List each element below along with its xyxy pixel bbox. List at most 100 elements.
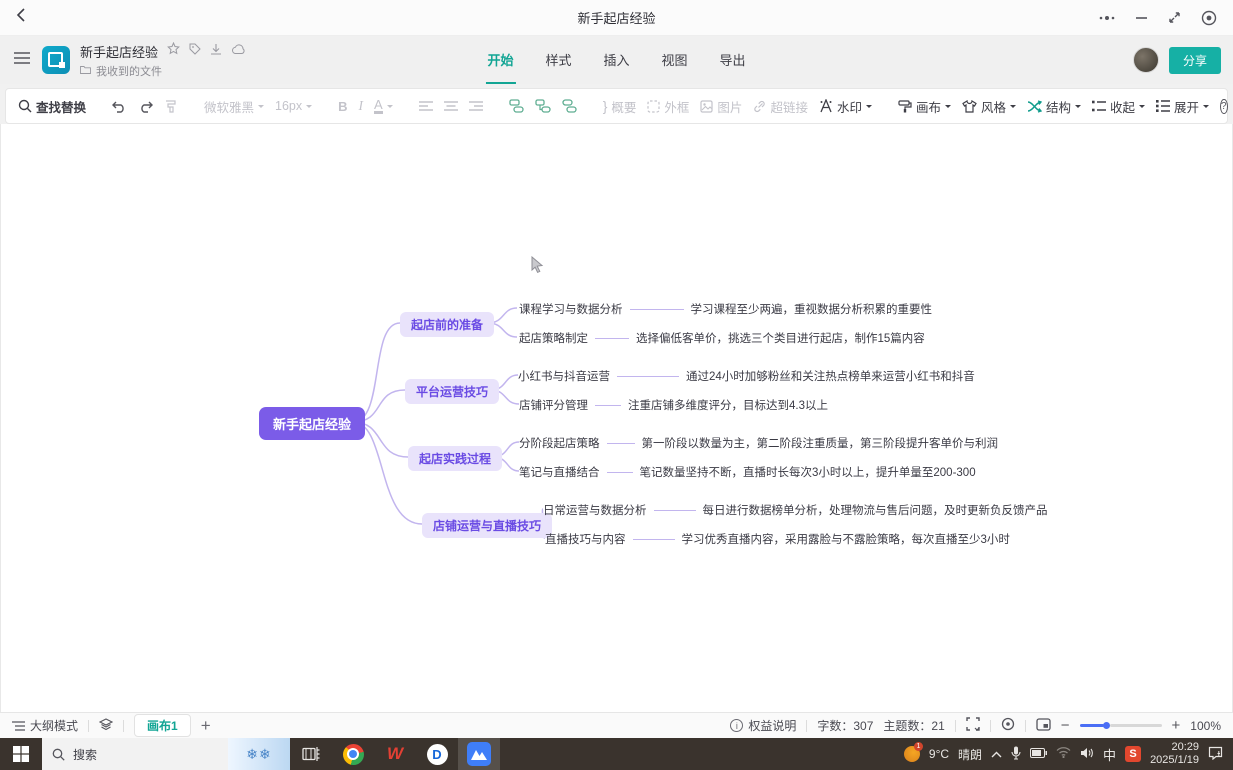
child-node-label[interactable]: 小红书与抖音运营 (518, 368, 610, 384)
rights-info-button[interactable]: i 权益说明 (730, 717, 796, 734)
star-icon[interactable] (167, 42, 180, 60)
cloud-sync-icon[interactable] (231, 42, 245, 60)
align-center-button[interactable] (444, 101, 458, 112)
outline-mode-button[interactable]: 大纲模式 (12, 717, 78, 734)
child-node-detail[interactable]: 每日进行数据榜单分析，处理物流与售后问题，及时更新负反馈产品 (703, 502, 1048, 518)
tab-style[interactable]: 样式 (543, 36, 573, 84)
watermark-button[interactable]: 水印 (819, 97, 872, 116)
branch-node-preparation[interactable]: 起店前的准备 (400, 312, 494, 337)
child-node-detail[interactable]: 通过24小时加够粉丝和关注热点榜单来运营小红书和抖音 (686, 368, 975, 384)
structure-button[interactable]: 结构 (1027, 97, 1081, 116)
hamburger-menu-icon[interactable] (14, 51, 30, 69)
sogou-ime-icon[interactable]: S (1125, 746, 1141, 762)
help-icon[interactable]: ? (1220, 99, 1228, 114)
child-node-detail[interactable]: 注重店铺多维度评分，目标达到4.3以上 (628, 397, 828, 413)
tab-start[interactable]: 开始 (485, 36, 515, 84)
expand-button[interactable]: 展开 (1156, 97, 1209, 116)
microphone-icon[interactable] (1011, 746, 1021, 763)
notification-icon[interactable] (1208, 746, 1223, 763)
locate-center-icon[interactable] (1001, 717, 1015, 734)
download-icon[interactable] (210, 42, 222, 60)
child-node-detail[interactable]: 笔记数量坚持不断，直播时长每次3小时以上，提升单量至200-300 (640, 464, 976, 480)
font-color-button[interactable]: A (374, 99, 393, 114)
breadcrumb-folder[interactable]: 我收到的文件 (96, 63, 162, 79)
undo-button[interactable] (112, 100, 127, 113)
child-node-label[interactable]: 课程学习与数据分析 (519, 301, 623, 317)
child-node-detail[interactable]: 第一阶段以数量为主，第二阶段注重质量，第三阶段提升客单价与利润 (642, 435, 999, 451)
weather-tray-icon[interactable] (904, 746, 920, 762)
add-canvas-button[interactable]: + (201, 721, 211, 731)
chevron-down-icon (306, 105, 312, 111)
taskbar-app-mindmap[interactable] (458, 738, 500, 770)
document-title[interactable]: 新手起店经验 (80, 42, 158, 61)
branch-node-platform-ops[interactable]: 平台运营技巧 (405, 379, 499, 404)
taskbar-app-chrome[interactable] (332, 738, 374, 770)
child-node-label[interactable]: 日常运营与数据分析 (543, 502, 647, 518)
child-node-label[interactable]: 起店策略制定 (519, 330, 588, 346)
redo-button[interactable] (138, 100, 153, 113)
wifi-icon[interactable] (1056, 747, 1071, 761)
tag-icon[interactable] (189, 42, 201, 60)
child-node-detail[interactable]: 选择偏低客单价，挑选三个类目进行起店，制作15篇内容 (636, 330, 925, 346)
collapse-button[interactable]: 收起 (1092, 97, 1145, 116)
canvas-tab-1[interactable]: 画布1 (134, 714, 191, 737)
insert-topic-button[interactable] (509, 99, 524, 113)
child-node-label[interactable]: 直播技巧与内容 (545, 531, 626, 547)
format-painter-button[interactable] (164, 99, 178, 113)
style-button[interactable]: 风格 (962, 97, 1016, 116)
hyperlink-button[interactable]: 超链接 (753, 97, 808, 116)
insert-subtopic-button[interactable] (535, 99, 551, 113)
tab-export[interactable]: 导出 (718, 36, 748, 84)
minimize-icon[interactable] (1135, 11, 1148, 24)
volume-icon[interactable] (1080, 747, 1094, 762)
taskbar-app-wps[interactable]: W (374, 738, 416, 770)
child-node-label[interactable]: 分阶段起店策略 (519, 435, 600, 451)
child-node-detail[interactable]: 学习优秀直播内容，采用露脸与不露脸策略，每次直播至少3小时 (682, 531, 1010, 547)
bold-button[interactable]: B (338, 99, 347, 114)
mindmap-canvas[interactable]: 新手起店经验 起店前的准备 平台运营技巧 起店实践过程 店铺运营与直播技巧 课程… (0, 124, 1233, 712)
find-replace-button[interactable]: 查找替换 (18, 97, 86, 116)
italic-button[interactable]: I (359, 98, 364, 114)
close-circle-icon[interactable] (1201, 10, 1217, 26)
fullscreen-icon[interactable] (966, 717, 980, 734)
tray-temperature[interactable]: 9°C (929, 747, 949, 761)
more-menu-icon[interactable] (1099, 15, 1115, 21)
align-left-button[interactable] (419, 101, 433, 112)
tab-insert[interactable]: 插入 (601, 36, 631, 84)
mindmap-root-node[interactable]: 新手起店经验 (259, 407, 365, 440)
wps-icon: W (387, 744, 403, 764)
maximize-icon[interactable] (1168, 11, 1181, 24)
branch-node-store-live[interactable]: 店铺运营与直播技巧 (422, 513, 552, 538)
frame-button[interactable]: 外框 (647, 97, 689, 116)
minimap-icon[interactable] (1036, 718, 1051, 734)
app-logo-icon[interactable] (42, 46, 70, 74)
tab-view[interactable]: 视图 (660, 36, 690, 84)
align-right-button[interactable] (469, 101, 483, 112)
clock[interactable]: 20:29 2025/1/19 (1150, 741, 1199, 767)
ime-indicator[interactable]: 中 (1103, 745, 1116, 764)
image-button[interactable]: 图片 (700, 97, 742, 116)
zoom-out-button[interactable]: − (1061, 721, 1070, 731)
tray-expand-icon[interactable] (991, 747, 1002, 761)
layers-icon[interactable] (99, 718, 113, 734)
taskbar-search-input[interactable]: 搜索 (42, 738, 228, 770)
child-node-detail[interactable]: 学习课程至少两遍，重视数据分析积累的重要性 (691, 301, 933, 317)
start-button[interactable] (0, 738, 42, 770)
branch-node-practice[interactable]: 起店实践过程 (408, 446, 502, 471)
canvas-button[interactable]: 画布 (898, 97, 951, 116)
tray-weather-desc[interactable]: 晴朗 (958, 746, 982, 763)
weather-widget[interactable]: ❄❄ (228, 738, 290, 770)
summary-button[interactable]: }概要 (603, 97, 637, 116)
child-node-label[interactable]: 店铺评分管理 (519, 397, 588, 413)
battery-icon[interactable] (1030, 747, 1047, 761)
taskbar-app-browser[interactable]: D (416, 738, 458, 770)
user-avatar[interactable] (1133, 47, 1159, 73)
task-view-button[interactable] (290, 738, 332, 770)
zoom-in-button[interactable]: + (1172, 721, 1181, 731)
share-button[interactable]: 分享 (1169, 47, 1221, 74)
zoom-slider[interactable] (1080, 722, 1162, 729)
insert-sibling-button[interactable] (562, 99, 577, 113)
child-node-label[interactable]: 笔记与直播结合 (519, 464, 600, 480)
font-size-select[interactable]: 16px (275, 99, 312, 113)
font-family-select[interactable]: 微软雅黑 (204, 97, 264, 116)
